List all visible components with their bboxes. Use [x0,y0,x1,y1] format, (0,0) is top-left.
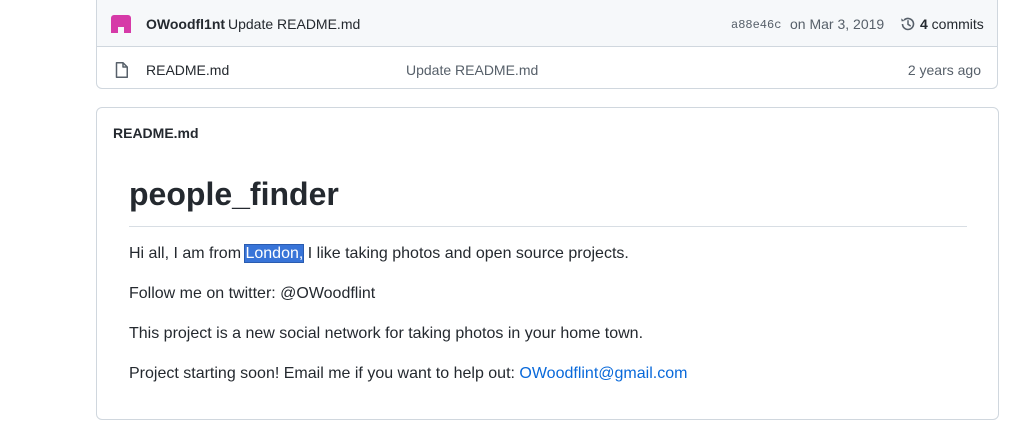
file-icon [115,62,128,78]
commits-label: commits [927,16,984,32]
readme-project-paragraph: This project is a new social network for… [129,325,644,342]
commit-message-link[interactable]: Update README.md [228,16,360,32]
email-text-before: Project starting soon! Email me if you w… [129,365,520,382]
commits-count: 4 [920,16,928,32]
latest-commit-box: OWoodfl1nt Update README.md a88e46c on M… [96,0,998,89]
commit-author-link[interactable]: OWoodfl1nt [146,16,225,32]
commit-date: on Mar 3, 2019 [790,16,885,32]
history-icon[interactable] [900,16,916,32]
file-name-link[interactable]: README.md [146,62,229,78]
avatar-icon[interactable] [111,15,131,33]
file-row: README.md Update README.md 2 years ago [97,47,997,89]
selected-text: London, [244,244,305,263]
readme-title: people_finder [129,176,339,212]
readme-twitter-paragraph: Follow me on twitter: @OWoodflint [129,285,376,302]
file-commit-message-link[interactable]: Update README.md [406,62,538,78]
intro-text-after: I like taking photos and open source pro… [303,245,629,262]
readme-email-paragraph: Project starting soon! Email me if you w… [129,363,687,385]
readme-intro-paragraph: Hi all, I am from London, I like taking … [129,243,629,265]
readme-box: README.md people_finder Hi all, I am fro… [96,107,999,420]
readme-divider [129,226,967,227]
intro-text-before: Hi all, I am from [129,245,246,262]
commits-count-link[interactable]: 4 commits [920,16,984,32]
commit-sha-link[interactable]: a88e46c [731,18,781,32]
file-age: 2 years ago [907,62,981,78]
readme-header[interactable]: README.md [113,125,199,141]
email-link[interactable]: OWoodflint@gmail.com [519,365,687,382]
latest-commit-header: OWoodfl1nt Update README.md a88e46c on M… [97,0,997,47]
